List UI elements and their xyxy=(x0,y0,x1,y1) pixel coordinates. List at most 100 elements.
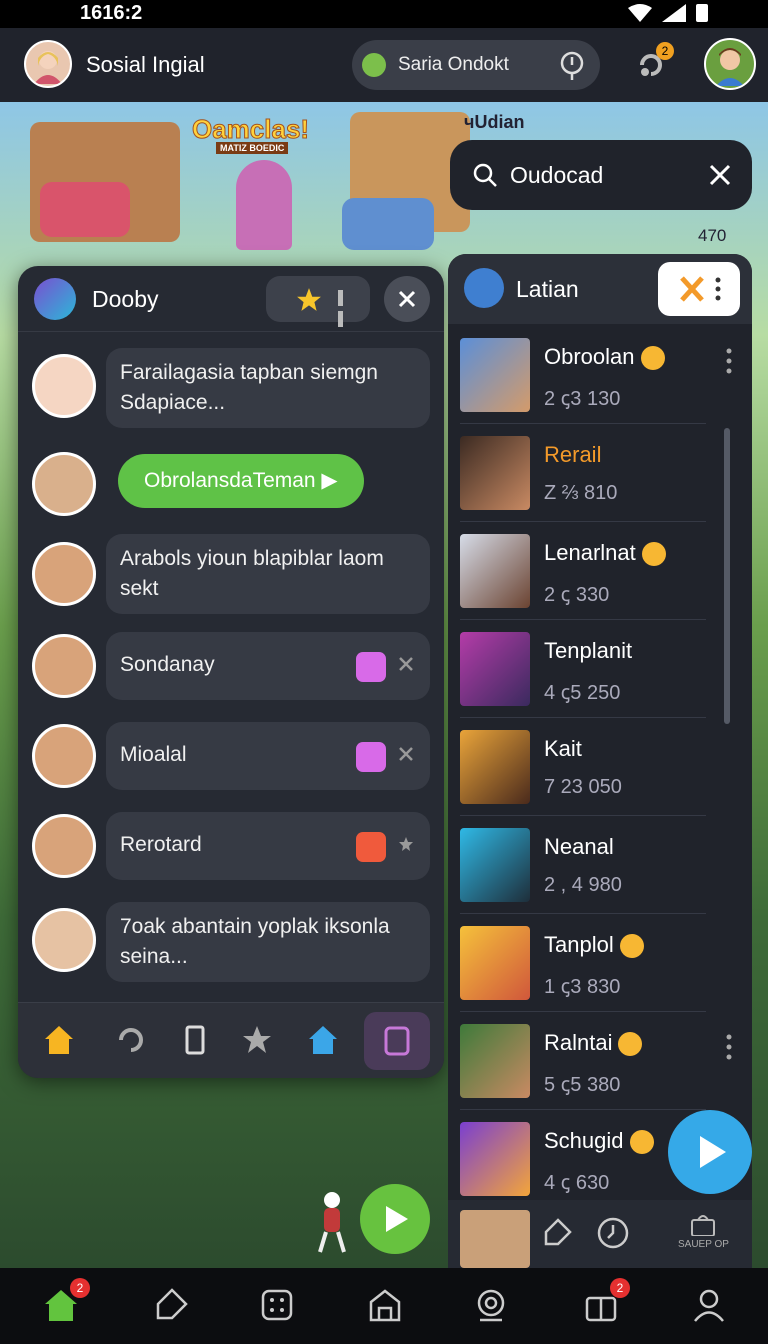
leaderboard-row[interactable]: Ralntai 5 ꞔ5 380 xyxy=(448,1012,752,1110)
leaderboard-row[interactable]: Lenarlnat 2 ꞔ 330 xyxy=(448,522,752,620)
message-text: Farailagasia tapban siemgn xyxy=(120,361,378,384)
close-icon xyxy=(398,290,416,308)
tag-icon[interactable] xyxy=(152,1286,190,1324)
player-score: 4 ꞔ 630 xyxy=(544,1172,610,1194)
search-input[interactable]: Oudocad xyxy=(510,162,603,189)
user-avatar[interactable] xyxy=(24,40,72,88)
chat-link-button[interactable]: ObrolansdaTeman ▶ xyxy=(118,454,364,508)
leaderboard-row[interactable]: Tanplol 1 ꞔ3 830 xyxy=(448,914,752,1012)
smile-icon xyxy=(640,346,665,371)
player-score: 7 23 050 xyxy=(544,776,622,798)
player-avatar xyxy=(460,926,530,1000)
shop-button[interactable]: SAUEP OP xyxy=(678,1212,729,1250)
checkbox[interactable] xyxy=(356,832,386,862)
car-illustration xyxy=(40,182,130,237)
smile-icon xyxy=(641,542,666,567)
leaderboard-action-button[interactable] xyxy=(658,262,740,316)
leaderboard-row[interactable]: Kait 7 23 050 xyxy=(448,718,752,816)
leaderboard-row[interactable]: Neanal 2 , 4 980 xyxy=(448,816,752,914)
shop-label: SAUEP OP xyxy=(678,1239,729,1250)
smile-icon xyxy=(629,1130,654,1155)
refresh-icon[interactable] xyxy=(114,1023,148,1057)
dismiss-icon[interactable] xyxy=(398,656,414,672)
message-bubble[interactable]: Rerotard xyxy=(106,812,430,880)
close-icon[interactable] xyxy=(706,161,734,189)
more-icon[interactable] xyxy=(726,1034,732,1060)
star-icon[interactable] xyxy=(296,287,322,313)
leaderboard-footer: SAUEP OP xyxy=(448,1200,752,1268)
play-button[interactable] xyxy=(668,1110,752,1194)
message-bubble[interactable]: Arabols yioun blapiblar laom sekt xyxy=(106,534,430,614)
message-avatar[interactable] xyxy=(32,452,96,516)
nav-gift[interactable]: 2 xyxy=(582,1278,630,1324)
player-name: Neanal xyxy=(544,834,614,859)
cup-icon[interactable] xyxy=(178,1023,212,1057)
app-header: Sosial Ingial Saria Ondokt 2 xyxy=(0,28,768,102)
camera-icon[interactable] xyxy=(472,1286,510,1324)
smile-icon xyxy=(619,934,644,959)
smile-icon xyxy=(618,1032,643,1057)
player-score: Z ⅔ 810 xyxy=(544,482,618,504)
count-label: 470 xyxy=(698,226,727,245)
message-bubble[interactable]: Mioalal xyxy=(106,722,430,790)
chat-title: Dooby xyxy=(92,286,159,312)
profile-icon[interactable] xyxy=(690,1286,728,1324)
chat-header: Dooby xyxy=(18,266,444,332)
message-bubble[interactable]: Sondanay xyxy=(106,632,430,700)
message-text: Sondanay xyxy=(120,653,215,676)
player-avatar xyxy=(460,534,530,608)
message-bubble[interactable]: Farailagasia tapban siemgn Sdapiace... xyxy=(106,348,430,428)
corner-label: чUdian xyxy=(464,112,525,132)
pin-icon[interactable] xyxy=(554,47,590,83)
clock-icon[interactable] xyxy=(596,1216,630,1250)
star-icon[interactable] xyxy=(240,1023,274,1057)
player-score: 1 ꞔ3 830 xyxy=(544,976,621,998)
player-score: 2 , 4 980 xyxy=(544,874,622,896)
notification-badge: 2 xyxy=(656,42,674,60)
notifications-button[interactable]: 2 xyxy=(636,42,674,80)
player-avatar xyxy=(460,436,530,510)
tools-icon xyxy=(680,276,721,302)
battery-icon xyxy=(696,4,708,22)
scrollbar[interactable] xyxy=(724,428,730,724)
search-icon xyxy=(473,163,497,187)
house-icon[interactable] xyxy=(306,1023,340,1057)
note-tab[interactable] xyxy=(364,1012,430,1070)
close-button[interactable] xyxy=(384,276,430,322)
pause-icon[interactable] xyxy=(338,290,354,327)
leaderboard-row[interactable]: Rerail Z ⅔ 810 xyxy=(448,424,752,522)
more-icon[interactable] xyxy=(726,348,732,374)
message-avatar[interactable] xyxy=(32,354,96,418)
player-avatar xyxy=(460,730,530,804)
message-avatar[interactable] xyxy=(32,542,96,606)
home-icon[interactable] xyxy=(42,1023,76,1057)
checkbox[interactable] xyxy=(356,652,386,682)
message-bubble[interactable]: 7oak abantain yoplak iksonla seina... xyxy=(106,902,430,982)
player-name: Kait xyxy=(544,736,582,761)
leaderboard-row[interactable]: Obroolan 2 ꞔ3 130 xyxy=(448,326,752,424)
message-text: Mioalal xyxy=(120,743,187,766)
character-illustration xyxy=(236,160,292,250)
tag-icon[interactable] xyxy=(540,1216,574,1250)
system-icons xyxy=(628,4,708,22)
checkbox[interactable] xyxy=(356,742,386,772)
play-small-button[interactable] xyxy=(360,1184,430,1254)
nav-home[interactable]: 2 xyxy=(42,1278,90,1324)
message-avatar[interactable] xyxy=(32,908,96,972)
note-icon xyxy=(384,1026,410,1056)
message-avatar[interactable] xyxy=(32,814,96,878)
store-icon[interactable] xyxy=(366,1286,404,1324)
grid-icon[interactable] xyxy=(258,1286,296,1324)
player-score: 5 ꞔ5 380 xyxy=(544,1074,621,1096)
search-bar[interactable]: Oudocad xyxy=(450,140,752,210)
dismiss-icon[interactable] xyxy=(398,746,414,762)
message-avatar[interactable] xyxy=(32,634,96,698)
pin-icon[interactable] xyxy=(398,836,414,852)
header-pill[interactable]: Saria Ondokt xyxy=(352,40,600,90)
player-name: Rerail xyxy=(544,442,602,467)
profile-avatar[interactable] xyxy=(704,38,756,90)
app-title: Sosial Ingial xyxy=(86,52,205,77)
leaderboard-row[interactable]: Tenplanit 4 ꞔ5 250 xyxy=(448,620,752,718)
message-avatar[interactable] xyxy=(32,724,96,788)
chat-tab-bar xyxy=(18,1002,444,1078)
